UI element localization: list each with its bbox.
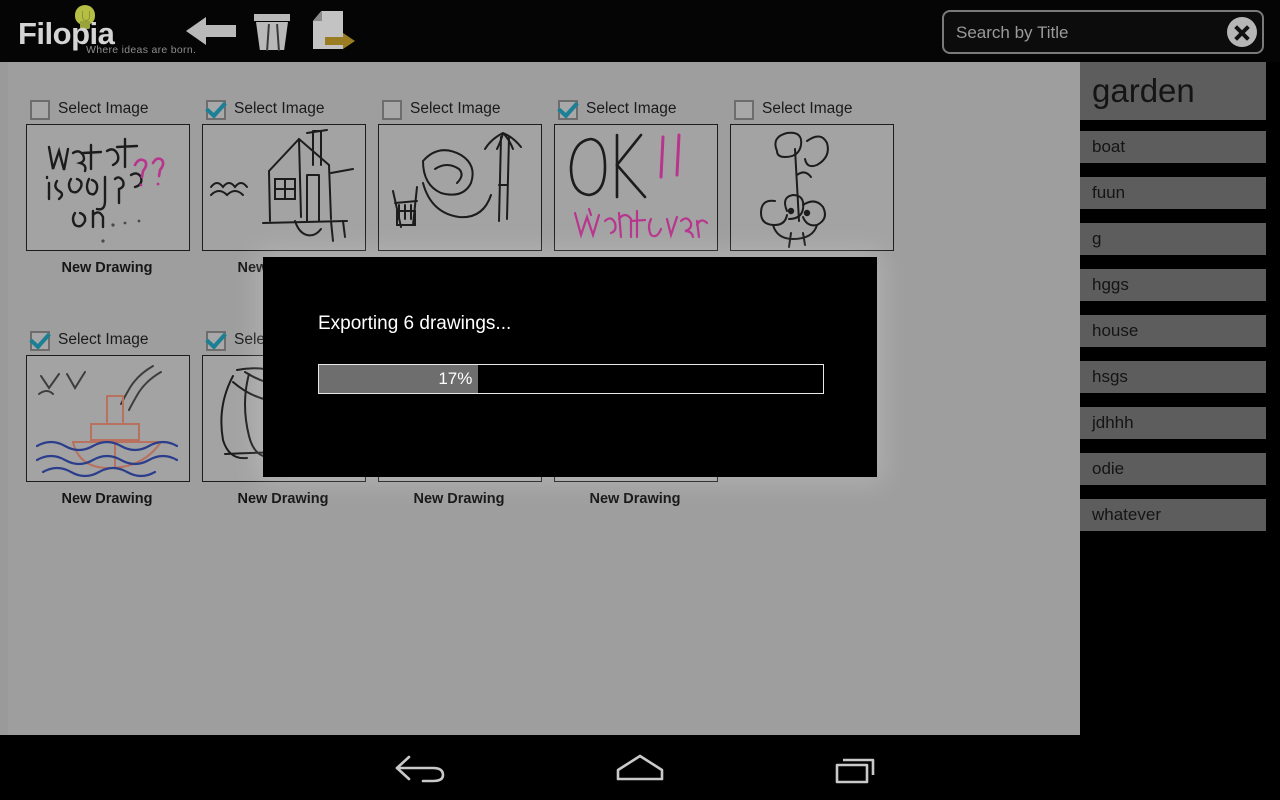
progress-fill: 17% bbox=[319, 365, 479, 393]
delete-button[interactable] bbox=[244, 6, 300, 56]
drawing-thumbnail[interactable] bbox=[378, 124, 542, 251]
drawing-card[interactable]: Select Image bbox=[552, 96, 728, 276]
drawing-thumbnail[interactable] bbox=[730, 124, 894, 251]
drawing-caption: New Drawing bbox=[237, 491, 329, 507]
search-input[interactable] bbox=[954, 12, 1228, 54]
export-progress-dialog: Exporting 6 drawings... 17% bbox=[263, 257, 877, 477]
drawing-card[interactable]: Select Image bbox=[24, 96, 200, 276]
drawing-caption: New Drawing bbox=[413, 491, 505, 507]
top-toolbar: Filopia Where ideas are born. bbox=[0, 0, 1280, 62]
sidebar-item-fuun[interactable]: fuun bbox=[1080, 177, 1266, 209]
dialog-title: Exporting 6 drawings... bbox=[318, 313, 512, 334]
export-button[interactable] bbox=[305, 6, 361, 56]
sidebar-item-house[interactable]: house bbox=[1080, 315, 1266, 347]
drawing-thumbnail[interactable] bbox=[554, 124, 718, 251]
drawing-caption: New Drawing bbox=[61, 491, 153, 507]
card-header: Select Image bbox=[552, 96, 728, 124]
sidebar-item-garden[interactable]: garden bbox=[1080, 62, 1266, 120]
select-image-label: Select Image bbox=[410, 100, 501, 117]
drawing-card[interactable]: Select Image bbox=[200, 96, 376, 276]
card-header: Select Image bbox=[728, 96, 904, 124]
sidebar-item-odie[interactable]: odie bbox=[1080, 453, 1266, 485]
select-image-checkbox[interactable] bbox=[30, 100, 50, 120]
app-tagline: Where ideas are born. bbox=[86, 44, 197, 56]
drawing-thumbnail[interactable] bbox=[26, 124, 190, 251]
drawing-caption: New Drawing bbox=[589, 491, 681, 507]
nav-back-button[interactable] bbox=[383, 745, 463, 791]
clear-search-icon[interactable] bbox=[1227, 17, 1257, 47]
select-image-label: Select Image bbox=[762, 100, 853, 117]
sidebar-item-jdhhh[interactable]: jdhhh bbox=[1080, 407, 1266, 439]
select-image-checkbox[interactable] bbox=[734, 100, 754, 120]
drawing-thumbnail[interactable] bbox=[26, 355, 190, 482]
search-box[interactable] bbox=[942, 10, 1264, 54]
drawing-thumbnail[interactable] bbox=[202, 124, 366, 251]
card-header: Select Image bbox=[24, 327, 200, 355]
sidebar-item-g[interactable]: g bbox=[1080, 223, 1266, 255]
card-header: Select Image bbox=[376, 96, 552, 124]
android-nav-bar bbox=[0, 735, 1280, 800]
drawing-card[interactable]: Select Image bbox=[728, 96, 904, 276]
select-image-checkbox[interactable] bbox=[30, 331, 50, 351]
select-image-label: Select Image bbox=[586, 100, 677, 117]
select-image-checkbox[interactable] bbox=[206, 331, 226, 351]
nav-home-button[interactable] bbox=[600, 745, 680, 791]
drawing-card[interactable]: Select Image bbox=[376, 96, 552, 276]
back-arrow-icon bbox=[186, 17, 236, 45]
sidebar-item-whatever[interactable]: whatever bbox=[1080, 499, 1266, 531]
app-logo: Filopia Where ideas are born. bbox=[18, 4, 196, 60]
card-header: Select Image bbox=[200, 96, 376, 124]
select-image-checkbox[interactable] bbox=[558, 100, 578, 120]
nav-recents-button[interactable] bbox=[817, 745, 897, 791]
select-image-label: Select Image bbox=[234, 100, 325, 117]
sidebar-item-boat[interactable]: boat bbox=[1080, 131, 1266, 163]
titles-sidebar: garden boat fuun g hggs house hsgs jdhhh… bbox=[1080, 62, 1280, 735]
drawing-caption: New Drawing bbox=[61, 260, 153, 276]
select-image-checkbox[interactable] bbox=[206, 100, 226, 120]
sidebar-item-hggs[interactable]: hggs bbox=[1080, 269, 1266, 301]
select-image-checkbox[interactable] bbox=[382, 100, 402, 120]
export-file-icon bbox=[313, 11, 355, 53]
trash-icon bbox=[254, 14, 290, 52]
sidebar-item-hsgs[interactable]: hsgs bbox=[1080, 361, 1266, 393]
card-header: Select Image bbox=[24, 96, 200, 124]
progress-percent-label: 17% bbox=[438, 369, 473, 388]
back-button[interactable] bbox=[183, 6, 239, 56]
select-image-label: Select Image bbox=[58, 100, 149, 117]
app-root: Filopia Where ideas are born. Search by … bbox=[0, 0, 1280, 800]
drawing-card[interactable]: Select Image bbox=[24, 327, 200, 507]
export-progress-bar: 17% bbox=[318, 364, 824, 394]
select-image-label: Select Image bbox=[58, 331, 149, 348]
